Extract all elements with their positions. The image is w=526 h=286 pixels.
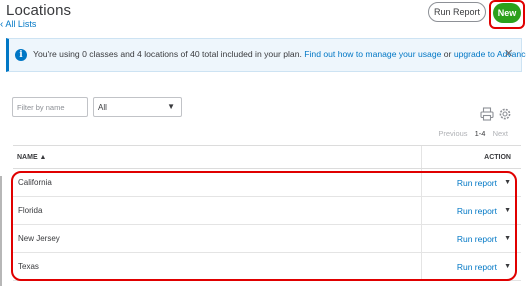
info-icon: i: [15, 49, 27, 61]
run-report-link[interactable]: Run report: [457, 178, 497, 188]
table-row: Texas Run report ▼: [13, 253, 521, 281]
table-row: New Jersey Run report ▼: [13, 225, 521, 253]
filter-by-name-input[interactable]: [12, 97, 88, 117]
status-select-value: All: [98, 102, 107, 112]
status-select[interactable]: All ▼: [93, 97, 182, 117]
banner-message: You're using 0 classes and 4 locations o…: [33, 49, 526, 59]
gear-icon[interactable]: [498, 107, 512, 121]
column-header-action: ACTION: [484, 154, 511, 161]
table-row: Florida Run report ▼: [13, 197, 521, 225]
location-name: New Jersey: [18, 234, 60, 243]
dropdown-arrow-icon[interactable]: ▼: [504, 263, 511, 270]
dropdown-arrow-icon[interactable]: ▼: [504, 235, 511, 242]
pagination: Previous 1-4 Next: [438, 129, 508, 138]
new-button[interactable]: New: [493, 3, 521, 23]
close-icon[interactable]: ×: [504, 45, 513, 62]
pager-next[interactable]: Next: [493, 129, 508, 138]
page-title: Locations: [6, 2, 72, 19]
run-report-button[interactable]: Run Report: [428, 2, 486, 22]
column-divider: [421, 225, 422, 253]
usage-banner: i You're using 0 classes and 4 locations…: [6, 38, 526, 72]
chevron-left-icon: ‹: [0, 19, 4, 30]
location-name: Florida: [18, 206, 43, 215]
run-report-link[interactable]: Run report: [457, 206, 497, 216]
pager-range: 1-4: [474, 129, 486, 138]
column-divider: [421, 146, 422, 168]
manage-usage-link[interactable]: Find out how to manage your usage: [304, 49, 441, 59]
column-divider: [421, 197, 422, 225]
column-divider: [421, 253, 422, 281]
banner-text: You're using 0 classes and 4 locations o…: [33, 49, 302, 59]
table-header: NAME ▲ ACTION: [13, 145, 521, 169]
banner-or: or: [443, 49, 452, 59]
upgrade-link[interactable]: upgrade to Advanced: [454, 49, 526, 59]
breadcrumb[interactable]: ‹ All Lists: [0, 19, 36, 30]
dropdown-arrow-icon[interactable]: ▼: [504, 179, 511, 186]
dropdown-arrow-icon[interactable]: ▼: [504, 207, 511, 214]
caret-down-icon: ▼: [167, 102, 175, 111]
left-edge-divider: [0, 176, 2, 286]
locations-table-body: California Run report ▼ Florida Run repo…: [13, 169, 521, 281]
location-name: California: [18, 178, 52, 187]
location-name: Texas: [18, 262, 39, 271]
column-header-name[interactable]: NAME ▲: [17, 154, 46, 161]
print-icon[interactable]: [480, 107, 494, 121]
run-report-link[interactable]: Run report: [457, 234, 497, 244]
column-divider: [421, 169, 422, 197]
pager-previous[interactable]: Previous: [438, 129, 467, 138]
breadcrumb-all-lists[interactable]: All Lists: [5, 19, 36, 29]
page-header: Locations ‹ All Lists Run Report New: [0, 0, 526, 36]
run-report-link[interactable]: Run report: [457, 262, 497, 272]
table-row: California Run report ▼: [13, 169, 521, 197]
